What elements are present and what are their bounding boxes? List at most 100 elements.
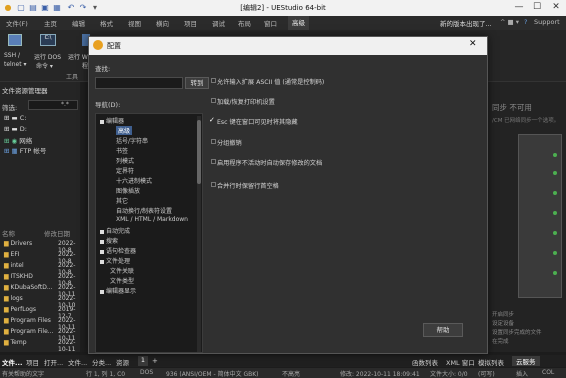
- tab-resources[interactable]: 资源: [116, 357, 129, 367]
- document-tab-1[interactable]: 1: [138, 356, 148, 366]
- command-label[interactable]: 命令 ▾: [36, 61, 53, 70]
- tab-open[interactable]: 打开...: [44, 357, 63, 367]
- tree-item-xml-html[interactable]: XML / HTML / Markdown: [116, 216, 188, 223]
- support-link[interactable]: Support: [534, 18, 560, 26]
- menu-view[interactable]: 视图: [128, 18, 141, 28]
- tree-scrollbar[interactable]: [197, 116, 201, 352]
- option-extended-ascii[interactable]: 允许输入扩展 ASCII 值 (通常是控制码): [211, 77, 324, 86]
- close-button[interactable]: ✕: [549, 2, 563, 12]
- dialog-close-button[interactable]: ✕: [469, 39, 477, 49]
- status-encoding[interactable]: 936 (ANSI/OEM - 简体中文 GBK): [166, 369, 259, 378]
- checkbox[interactable]: [211, 139, 216, 144]
- menu-debug[interactable]: 调试: [212, 18, 225, 28]
- tab-category[interactable]: 分类...: [92, 357, 111, 367]
- dos-command-icon[interactable]: C:\: [40, 34, 56, 46]
- menu-layout[interactable]: 布局: [238, 18, 251, 28]
- tab-template-list[interactable]: 模拟列表: [478, 357, 504, 367]
- ribbon-toggle-icon[interactable]: ^ ■ ▾: [500, 18, 519, 26]
- dialog-title-bar: 配置 ✕: [89, 37, 487, 55]
- status-writable[interactable]: (可写): [478, 369, 495, 378]
- column-date[interactable]: 修改日期: [44, 228, 70, 238]
- option-printer-settings[interactable]: 加载/恢复打印机设置: [211, 97, 275, 106]
- menu-project[interactable]: 项目: [184, 18, 197, 28]
- menu-advanced[interactable]: 高级: [288, 16, 309, 30]
- network-node[interactable]: ⊞ ◉ 网络: [4, 135, 32, 145]
- menu-home[interactable]: 主页: [44, 18, 57, 28]
- list-item-date: 2022-10-11: [58, 339, 76, 353]
- checkmark-icon[interactable]: ✓: [209, 116, 215, 124]
- tree-item-editor[interactable]: 编辑器: [100, 116, 124, 125]
- status-insert-mode[interactable]: 插入: [516, 369, 528, 378]
- option-auto-save[interactable]: 启用程序不活动时自动保存修改的文档: [211, 158, 322, 167]
- tree-item-autocomplete[interactable]: 自动完成: [100, 226, 130, 235]
- status-position[interactable]: 行 1, 列 1, C0: [86, 369, 125, 378]
- goto-button[interactable]: 转到: [185, 77, 209, 89]
- status-highlight[interactable]: 不高亮: [282, 369, 300, 378]
- checkbox[interactable]: [211, 182, 216, 187]
- list-item[interactable]: ▆ intel: [4, 262, 24, 269]
- tree-item-editor-display[interactable]: 编辑器显示: [100, 286, 136, 295]
- tree-item-file-handling[interactable]: 文件处理: [100, 256, 130, 265]
- tree-item-advanced[interactable]: 高级: [116, 126, 133, 135]
- filter-input[interactable]: *.*: [28, 100, 78, 110]
- tree-item-brackets[interactable]: 括号/字符串: [116, 136, 148, 145]
- list-item[interactable]: ▆ Temp: [4, 339, 27, 346]
- minimize-button[interactable]: —: [512, 2, 526, 12]
- status-help-text: 有关帮助的文字: [2, 371, 45, 378]
- navigation-label: 导航(D):: [95, 101, 121, 109]
- tree-item-file-assoc[interactable]: 文件关联: [110, 266, 134, 275]
- status-col-mode[interactable]: COL: [542, 369, 554, 376]
- tree-item-syntax-check[interactable]: 语句检查器: [100, 246, 136, 255]
- search-input[interactable]: [95, 77, 183, 89]
- menu-edit[interactable]: 编辑: [72, 18, 85, 28]
- list-item[interactable]: ▆ ITSKHD: [4, 273, 33, 280]
- help-icon[interactable]: ?: [524, 18, 527, 26]
- list-item[interactable]: ▆ PerfLogs: [4, 306, 36, 313]
- tree-scrollbar-thumb: [197, 120, 201, 184]
- checkbox[interactable]: [211, 98, 216, 103]
- option-keep-leading-spaces[interactable]: 合并行时保留行首空格: [211, 181, 279, 190]
- tab-cloud-services[interactable]: 云服务: [512, 356, 540, 366]
- tab-files[interactable]: 文件...: [68, 357, 87, 367]
- status-line-ending[interactable]: DOS: [140, 369, 153, 376]
- column-name[interactable]: 名称: [2, 228, 15, 238]
- menu-file[interactable]: 文件(F): [6, 18, 28, 28]
- tree-item-delimiters[interactable]: 定界符: [116, 166, 134, 175]
- new-version-link[interactable]: 新的版本出现了...: [440, 18, 492, 28]
- tree-item-column-mode[interactable]: 列模式: [116, 156, 134, 165]
- menu-landscape[interactable]: 横向: [156, 18, 169, 28]
- list-item[interactable]: ▆ Program Files: [4, 317, 51, 324]
- tab-xml-window[interactable]: XML 窗口: [446, 357, 475, 367]
- drive-d[interactable]: ⊞ ▬ D:: [4, 125, 27, 133]
- drive-c[interactable]: ⊞ ▬ C:: [4, 114, 26, 122]
- checkbox[interactable]: [211, 78, 216, 83]
- list-item[interactable]: ▆ Program File...: [4, 328, 54, 335]
- checkbox[interactable]: [211, 159, 216, 164]
- option-esc-hide[interactable]: ✓ Esc 键在窗口可见时将其隐藏: [209, 116, 298, 126]
- option-group-undo[interactable]: 分组撤销: [211, 138, 242, 147]
- menu-format[interactable]: 格式: [100, 18, 113, 28]
- help-button[interactable]: 帮助: [423, 323, 463, 337]
- tree-item-wrap-tabs[interactable]: 自动换行/制表符设置: [116, 206, 172, 215]
- tree-item-search[interactable]: 搜索: [100, 236, 118, 245]
- list-item[interactable]: ▆ logs: [4, 295, 23, 302]
- window-title: [编辑2] - UEStudio 64-bit: [240, 4, 326, 12]
- tree-item-file-types[interactable]: 文件类型: [110, 276, 134, 285]
- tab-function-list[interactable]: 函数列表: [412, 357, 438, 367]
- list-item[interactable]: ▆ Drivers: [4, 240, 32, 247]
- telnet-label[interactable]: telnet ▾: [4, 61, 26, 68]
- config-dialog: 配置 ✕ 查找: 转到 导航(D): 编辑器 高级 括号/字符串 书签 列模式 …: [88, 36, 488, 354]
- menu-window[interactable]: 窗口: [264, 18, 277, 28]
- tab-project[interactable]: 项目: [26, 357, 39, 367]
- add-tab-button[interactable]: +: [152, 357, 158, 365]
- list-item[interactable]: ▆ KDubaSoftD...: [4, 284, 53, 291]
- maximize-button[interactable]: ☐: [530, 2, 544, 12]
- list-item[interactable]: ▆ EFI: [4, 251, 20, 258]
- ssh-icon[interactable]: [8, 34, 22, 46]
- ftp-node[interactable]: ⊞ ▦ FTP 帐号: [4, 145, 46, 155]
- tree-item-other[interactable]: 其它: [116, 196, 128, 205]
- tab-file[interactable]: 文件...: [2, 357, 22, 367]
- tree-item-image[interactable]: 图像插放: [116, 186, 140, 195]
- tree-item-hex-mode[interactable]: 十六进制模式: [116, 176, 152, 185]
- tree-item-bookmarks[interactable]: 书签: [116, 146, 128, 155]
